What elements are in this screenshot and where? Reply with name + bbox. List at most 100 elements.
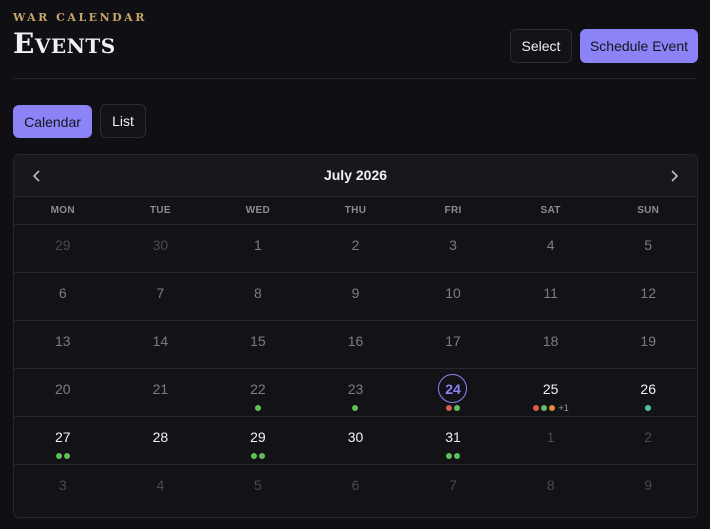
day-cell[interactable]: 29 bbox=[209, 417, 307, 465]
event-dot bbox=[645, 405, 652, 411]
day-cell[interactable]: 1 bbox=[501, 417, 600, 465]
event-dot bbox=[446, 405, 453, 411]
day-cell[interactable]: 17 bbox=[404, 321, 502, 369]
day-number: 16 bbox=[347, 333, 364, 349]
day-cell[interactable]: 30 bbox=[306, 417, 405, 465]
day-cell[interactable]: 16 bbox=[306, 321, 405, 369]
day-cell[interactable]: 5 bbox=[209, 465, 307, 512]
day-number: 8 bbox=[254, 285, 262, 301]
day-grid: 29 30 1 2 3 4 5 6 7 8 9 10 11 12 13 14 15 16 17 18 19 20 21 22 2… bbox=[14, 225, 697, 512]
day-cell[interactable]: 31 bbox=[404, 417, 502, 465]
day-number: 22 bbox=[250, 381, 266, 397]
day-cell[interactable]: 8 bbox=[502, 465, 600, 512]
event-dot bbox=[548, 405, 555, 411]
tab-calendar[interactable]: Calendar bbox=[13, 105, 92, 138]
tab-list[interactable]: List bbox=[100, 104, 146, 138]
day-number: 23 bbox=[347, 381, 364, 397]
day-cell[interactable]: 11 bbox=[501, 273, 600, 321]
day-cell[interactable]: 6 bbox=[14, 273, 112, 321]
day-number: 13 bbox=[54, 333, 71, 349]
day-cell[interactable]: 27 bbox=[14, 417, 112, 465]
day-cell[interactable]: 21 bbox=[111, 369, 210, 417]
calendar-header: July 2026 bbox=[14, 155, 697, 197]
day-number: 1 bbox=[254, 237, 262, 253]
schedule-event-button[interactable]: Schedule Event bbox=[580, 29, 698, 63]
day-number: 1 bbox=[546, 429, 555, 445]
day-cell[interactable]: 3 bbox=[14, 465, 112, 512]
weekday-label: MON bbox=[50, 205, 75, 216]
event-indicators bbox=[404, 453, 502, 459]
day-number: 6 bbox=[58, 285, 67, 301]
day-cell[interactable]: 30 bbox=[111, 225, 210, 273]
page-title: Events bbox=[13, 27, 116, 60]
day-number: 31 bbox=[445, 429, 461, 445]
day-number: 30 bbox=[347, 429, 364, 445]
day-cell[interactable]: 19 bbox=[599, 321, 697, 369]
day-cell[interactable]: 13 bbox=[14, 321, 112, 369]
day-number: 19 bbox=[640, 333, 656, 349]
day-cell[interactable]: 5 bbox=[599, 225, 697, 273]
event-dot bbox=[63, 453, 70, 459]
day-cell[interactable]: 2 bbox=[306, 225, 405, 273]
today-ring bbox=[438, 374, 468, 403]
day-cell[interactable]: 7 bbox=[111, 273, 210, 321]
day-cell[interactable]: 7 bbox=[404, 465, 502, 512]
event-dot bbox=[258, 453, 265, 459]
day-cell[interactable]: 4 bbox=[501, 225, 600, 273]
day-number: 5 bbox=[254, 477, 262, 493]
more-events-count: +1 bbox=[558, 403, 569, 413]
event-indicators bbox=[209, 453, 307, 459]
calendar: July 2026 MON TUE WED THU FRI SAT SUN 29 30 1 2 3 4… bbox=[13, 154, 698, 518]
day-number: 2 bbox=[351, 237, 360, 253]
day-number: 29 bbox=[250, 429, 266, 445]
day-cell[interactable]: 2 bbox=[599, 417, 697, 465]
day-number: 6 bbox=[351, 477, 360, 493]
weekday-header: MON TUE WED THU FRI SAT SUN bbox=[14, 197, 697, 225]
day-number: 29 bbox=[54, 237, 71, 253]
day-number: 4 bbox=[546, 237, 555, 253]
weekday-label: THU bbox=[344, 205, 367, 216]
weekday-label: SUN bbox=[637, 205, 660, 216]
chevron-right-icon[interactable] bbox=[665, 167, 683, 185]
day-number: 12 bbox=[640, 285, 656, 301]
day-cell[interactable]: 26 bbox=[599, 369, 697, 417]
day-number: 17 bbox=[445, 333, 461, 349]
header-divider bbox=[13, 78, 697, 79]
day-number: 27 bbox=[54, 429, 71, 445]
day-cell[interactable]: 25 +1 bbox=[501, 369, 600, 417]
day-number: 25 bbox=[542, 381, 559, 397]
day-cell-today[interactable]: 24 bbox=[404, 369, 502, 417]
month-label: July 2026 bbox=[323, 167, 388, 183]
day-cell[interactable]: 29 bbox=[14, 225, 112, 273]
day-cell[interactable]: 18 bbox=[501, 321, 600, 369]
weekday-label: WED bbox=[245, 205, 271, 216]
day-cell[interactable]: 6 bbox=[307, 465, 405, 512]
day-number: 30 bbox=[152, 237, 169, 253]
event-dot bbox=[446, 453, 453, 459]
day-cell[interactable]: 1 bbox=[209, 225, 307, 273]
day-cell[interactable]: 3 bbox=[404, 225, 502, 273]
day-number: 4 bbox=[156, 477, 165, 493]
day-cell[interactable]: 14 bbox=[111, 321, 210, 369]
day-cell[interactable]: 9 bbox=[599, 465, 697, 512]
day-number: 20 bbox=[54, 381, 71, 397]
day-cell[interactable]: 10 bbox=[404, 273, 502, 321]
event-indicators bbox=[404, 405, 502, 411]
day-cell[interactable]: 12 bbox=[599, 273, 697, 321]
event-dot bbox=[352, 405, 359, 411]
day-number: 21 bbox=[152, 381, 169, 397]
day-cell[interactable]: 9 bbox=[306, 273, 405, 321]
event-dot bbox=[55, 453, 62, 459]
event-indicators: +1 bbox=[502, 403, 600, 413]
day-number: 10 bbox=[445, 285, 461, 301]
select-button[interactable]: Select bbox=[510, 29, 572, 63]
day-cell[interactable]: 20 bbox=[14, 369, 112, 417]
weekday-label: TUE bbox=[149, 205, 171, 216]
day-cell[interactable]: 28 bbox=[111, 417, 210, 465]
day-cell[interactable]: 8 bbox=[209, 273, 307, 321]
day-cell[interactable]: 4 bbox=[112, 465, 210, 512]
day-cell[interactable]: 23 bbox=[306, 369, 405, 417]
day-cell[interactable]: 22 bbox=[209, 369, 307, 417]
day-number: 18 bbox=[542, 333, 559, 349]
day-cell[interactable]: 15 bbox=[209, 321, 307, 369]
